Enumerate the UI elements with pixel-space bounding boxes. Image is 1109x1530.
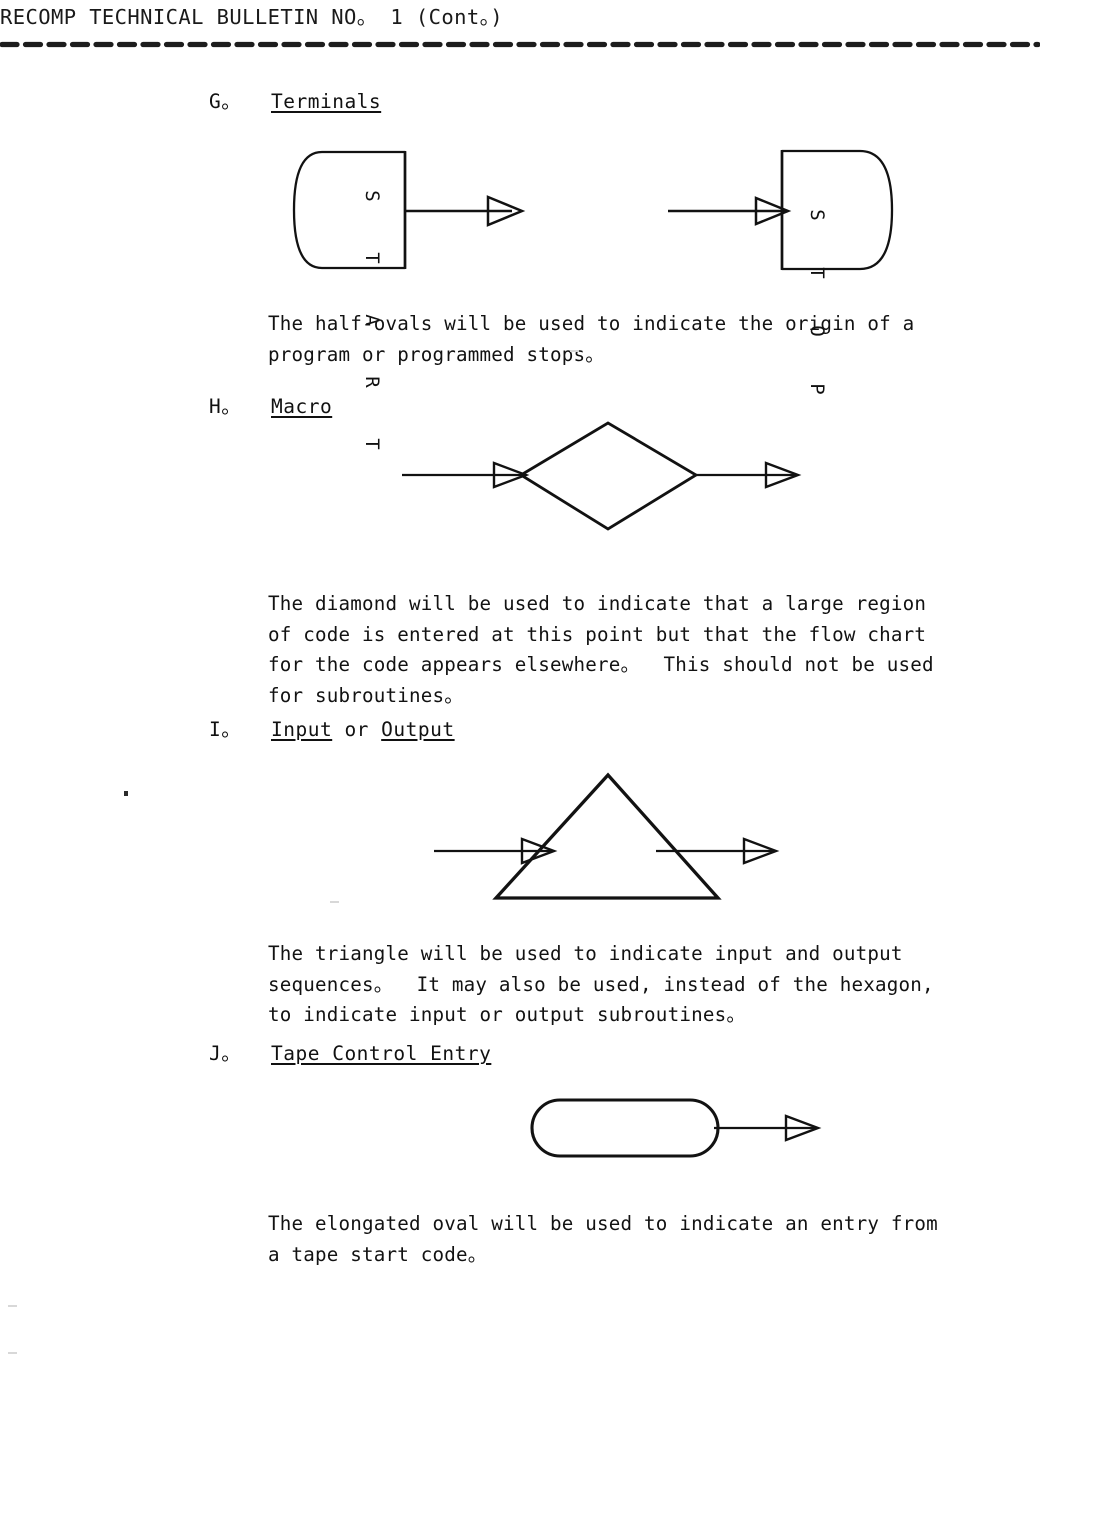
section-letter-h: H。 xyxy=(209,395,242,418)
section-letter-j: J。 xyxy=(209,1042,242,1065)
start-letter: S xyxy=(361,190,383,202)
section-title-macro: Macro xyxy=(271,395,333,418)
paragraph-macro: The diamond will be used to indicate tha… xyxy=(268,592,934,707)
section-title-conjunction: or xyxy=(332,718,382,741)
document-page: RECOMP TECHNICAL BULLETIN NO。 1 (Cont。) … xyxy=(0,0,1109,1530)
section-title-output: Output xyxy=(381,718,455,741)
stop-letter: T xyxy=(806,267,828,279)
paragraph-oval: The elongated oval will be used to indic… xyxy=(268,1212,938,1266)
section-letter-g: G。 xyxy=(209,90,242,113)
io-triangle-shape xyxy=(492,772,722,900)
section-heading-g: G。 Terminals xyxy=(209,85,381,114)
stop-letter: S xyxy=(806,209,828,221)
page-header: RECOMP TECHNICAL BULLETIN NO。 1 (Cont。) xyxy=(0,5,504,29)
section-title-tape-control-entry: Tape Control Entry xyxy=(271,1042,492,1065)
start-letter: T xyxy=(361,252,383,264)
tape-entry-oval-shape xyxy=(530,1098,720,1158)
paragraph-terminals: The half-ovals will be used to indicate … xyxy=(268,312,915,366)
macro-diamond-shape xyxy=(518,421,699,531)
scan-speck xyxy=(124,791,128,796)
section-heading-i: I。 Input or Output xyxy=(209,713,455,742)
header-dashed-rule xyxy=(0,33,1041,48)
section-heading-j: J。 Tape Control Entry xyxy=(209,1037,491,1066)
scan-mark xyxy=(570,350,579,352)
figure-diamond xyxy=(396,413,806,538)
section-heading-h: H。 Macro xyxy=(209,390,332,419)
stop-letter: P xyxy=(806,383,828,395)
scan-mark xyxy=(8,1305,17,1307)
figure-terminals: S T A R T S T O P xyxy=(292,135,920,450)
section-letter-i: I。 xyxy=(209,718,242,741)
scan-mark xyxy=(8,1352,17,1354)
figure-elongated-oval xyxy=(524,1088,844,1163)
scan-mark xyxy=(330,901,339,903)
figure-triangle xyxy=(428,765,798,910)
paragraph-triangle: The triangle will be used to indicate in… xyxy=(268,942,934,1026)
section-title-terminals: Terminals xyxy=(271,90,382,113)
start-letter: T xyxy=(361,438,383,450)
stop-terminal-label: S T O P xyxy=(805,167,828,437)
start-letter: R xyxy=(361,376,383,388)
section-title-input: Input xyxy=(271,718,333,741)
